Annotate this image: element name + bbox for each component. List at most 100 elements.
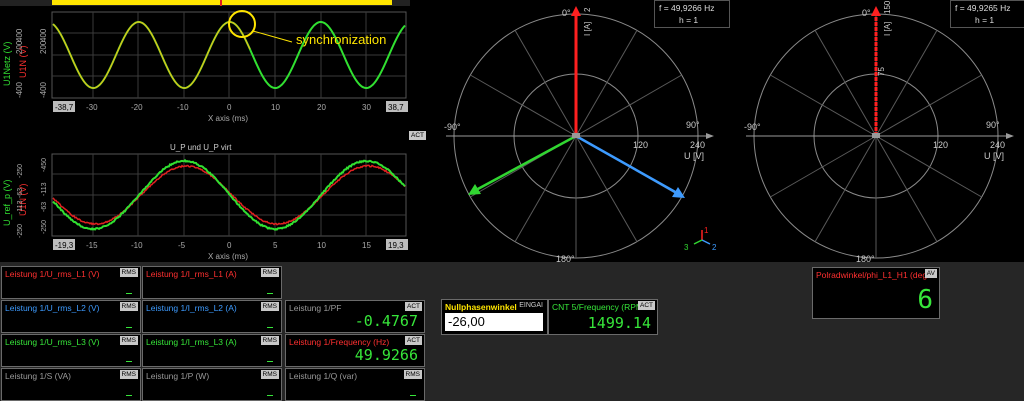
svg-text:-113: -113: [41, 182, 48, 196]
svg-text:0°: 0°: [862, 8, 871, 18]
svg-text:-10: -10: [177, 103, 189, 112]
measure-empty: [267, 327, 273, 328]
measure-box[interactable]: Leistung 1/P (W) RMS: [142, 368, 282, 401]
measure-tag: ACT: [405, 302, 422, 311]
svg-text:-30: -30: [86, 103, 98, 112]
freq-box-2: f = 49,9265 Hz h = 1: [950, 0, 1024, 28]
svg-text:-90°: -90°: [744, 122, 761, 132]
scope-2-chart[interactable]: U_P und U_P virt U_ref_p (V) U1N (V) -25…: [0, 138, 410, 262]
phasor-diagram-2[interactable]: 0° I [A] 150 75 -90° 90° 120 240 U [V] 1…: [720, 0, 1024, 262]
svg-text:180°: 180°: [856, 254, 875, 262]
svg-text:15: 15: [362, 241, 371, 250]
ylabel-left: U_ref_p (V): [2, 179, 12, 226]
svg-text:-10: -10: [131, 241, 143, 250]
svg-text:-450: -450: [41, 158, 48, 172]
svg-text:U [V]: U [V]: [984, 151, 1004, 161]
svg-text:-19,3: -19,3: [55, 241, 74, 250]
svg-text:I [A]: I [A]: [583, 22, 592, 36]
measure-box[interactable]: Leistung 1/I_rms_L3 (A) RMS: [142, 334, 282, 367]
measure-value: 49.9266: [355, 346, 418, 364]
measure-box[interactable]: Leistung 1/U_rms_L3 (V) RMS: [1, 334, 141, 367]
svg-text:0°: 0°: [562, 8, 571, 18]
measure-empty: [126, 361, 132, 362]
svg-text:U [V]: U [V]: [684, 151, 704, 161]
svg-text:-250: -250: [41, 220, 48, 234]
nullphase-input[interactable]: -26,00: [445, 313, 543, 331]
measure-empty: [267, 293, 273, 294]
cnt-frequency-box[interactable]: CNT 5/Frequency (RPM ACT 1499.14: [548, 299, 658, 335]
measure-label: Leistung 1/U_rms_L3 (V): [5, 337, 100, 347]
svg-text:10: 10: [317, 241, 326, 250]
svg-text:-250: -250: [17, 164, 24, 178]
measure-box[interactable]: Leistung 1/Q (var) RMS: [285, 368, 425, 401]
measure-value: -0.4767: [355, 312, 418, 330]
svg-text:-63: -63: [41, 202, 48, 212]
ylabel-left: U1Netz (V): [2, 41, 12, 86]
svg-text:-38,7: -38,7: [55, 103, 74, 112]
svg-text:400: 400: [39, 28, 48, 42]
measure-empty: [126, 293, 132, 294]
measure-box[interactable]: Leistung 1/I_rms_L1 (A) RMS: [142, 266, 282, 299]
scope-2-title: U_P und U_P virt: [170, 143, 232, 152]
measure-box[interactable]: Leistung 1/S (VA) RMS: [1, 368, 141, 401]
freq-box-1: f = 49,9266 Hz h = 1: [654, 0, 730, 28]
scope-1-chart[interactable]: synchronization U1Netz (V) U1N (V) 400 2…: [0, 6, 410, 126]
svg-text:90°: 90°: [686, 120, 700, 130]
svg-text:2: 2: [712, 243, 717, 252]
measure-tag: RMS: [120, 268, 138, 277]
measure-label: Leistung 1/P (W): [146, 371, 209, 381]
polrad-box[interactable]: Polradwinkel/phi_L1_H1 (deg AV 6: [812, 267, 940, 319]
measure-tag: RMS: [261, 302, 279, 311]
measure-tag: RMS: [120, 302, 138, 311]
xlabel: X axis (ms): [208, 114, 248, 123]
svg-text:180°: 180°: [556, 254, 575, 262]
svg-text:1: 1: [704, 226, 709, 235]
measure-label: Leistung 1/Q (var): [289, 371, 357, 381]
measure-label: Leistung 1/U_rms_L2 (V): [5, 303, 100, 313]
measure-tag: RMS: [120, 370, 138, 379]
svg-text:240: 240: [690, 140, 705, 150]
svg-text:200: 200: [15, 40, 24, 54]
xlabel: X axis (ms): [208, 252, 248, 261]
measure-box[interactable]: Leistung 1/PF ACT -0.4767: [285, 300, 425, 333]
svg-text:-20: -20: [131, 103, 143, 112]
measure-empty: [267, 395, 273, 396]
svg-text:400: 400: [15, 28, 24, 42]
measure-tag: RMS: [261, 370, 279, 379]
measure-tag: ACT: [405, 336, 422, 345]
svg-text:-113: -113: [17, 200, 24, 214]
measure-tag: RMS: [404, 370, 422, 379]
svg-text:-63: -63: [17, 188, 24, 198]
svg-text:38,7: 38,7: [388, 103, 404, 112]
svg-text:-400: -400: [15, 81, 24, 98]
measure-empty: [410, 395, 416, 396]
measure-box[interactable]: Leistung 1/I_rms_L2 (A) RMS: [142, 300, 282, 333]
svg-text:10: 10: [271, 103, 280, 112]
nullphase-box[interactable]: Nullphasenwinkel EINGAI -26,00: [441, 299, 548, 335]
svg-text:-250: -250: [17, 224, 24, 238]
measure-label: Leistung 1/S (VA): [5, 371, 71, 381]
svg-text:75: 75: [877, 67, 886, 76]
measure-tag: RMS: [261, 336, 279, 345]
measure-label: Leistung 1/U_rms_L1 (V): [5, 269, 100, 279]
measure-box[interactable]: Leistung 1/U_rms_L1 (V) RMS: [1, 266, 141, 299]
measure-tag: RMS: [261, 268, 279, 277]
svg-text:-400: -400: [39, 81, 48, 98]
measure-box[interactable]: Leistung 1/U_rms_L2 (V) RMS: [1, 300, 141, 333]
measure-box[interactable]: Leistung 1/Frequency (Hz) ACT 49.9266: [285, 334, 425, 367]
measure-label: Leistung 1/I_rms_L2 (A): [146, 303, 237, 313]
svg-text:150: 150: [883, 0, 892, 14]
phasor-diagram-1[interactable]: 0° I [A] 2 -90° 90° 120 240 U [V] 180° 1…: [420, 0, 720, 262]
phase-axis-icon: 1 2 3: [684, 226, 717, 252]
svg-text:20: 20: [317, 103, 326, 112]
svg-text:3: 3: [684, 243, 689, 252]
svg-text:5: 5: [273, 241, 278, 250]
svg-text:-15: -15: [86, 241, 98, 250]
measure-label: Leistung 1/I_rms_L3 (A): [146, 337, 237, 347]
svg-text:200: 200: [39, 40, 48, 54]
svg-text:2: 2: [583, 7, 592, 12]
measure-label: Leistung 1/PF: [289, 303, 341, 313]
measure-label: Leistung 1/I_rms_L1 (A): [146, 269, 237, 279]
measure-empty: [126, 395, 132, 396]
svg-text:19,3: 19,3: [388, 241, 404, 250]
